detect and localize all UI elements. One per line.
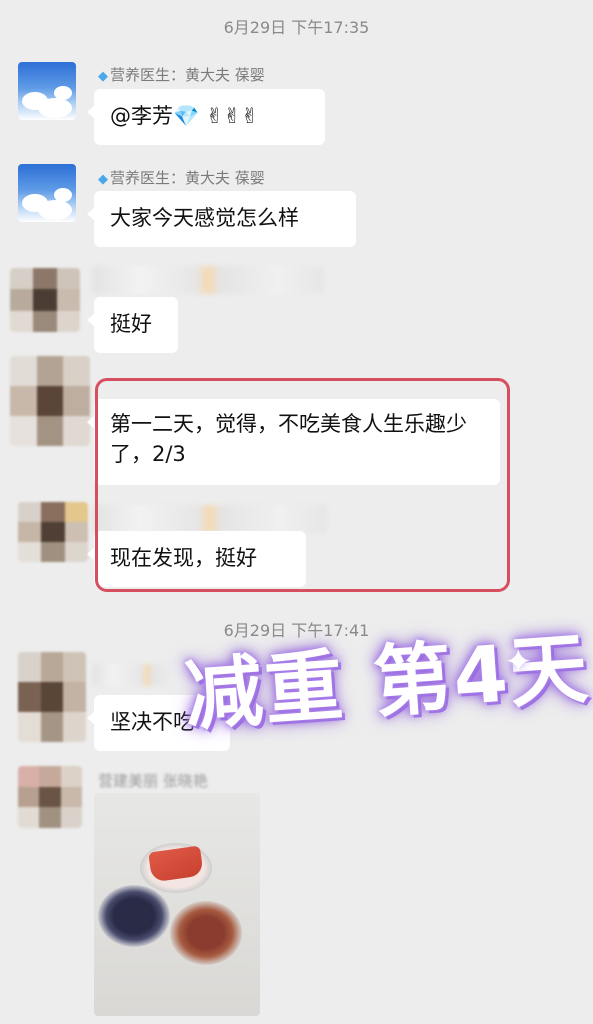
- message-text: 坚决不吃: [110, 710, 194, 734]
- user-avatar[interactable]: [18, 652, 86, 742]
- message-bubble[interactable]: 大家今天感觉怎么样: [87, 191, 356, 247]
- message-text: @李芳💎 ✌✌✌: [110, 104, 259, 128]
- sparkle-icon: ✦: [504, 642, 533, 682]
- lychee-bowl: [170, 901, 242, 965]
- message-bubble[interactable]: @李芳💎 ✌✌✌: [87, 89, 325, 145]
- sender-name: 营建美丽 张晓艳: [98, 772, 208, 790]
- sender-name: ◆ 营养医生：黄大夫 葆婴: [98, 66, 265, 84]
- timestamp: 6月29日 下午17:35: [223, 18, 370, 37]
- user-avatar[interactable]: [10, 356, 90, 446]
- highlight-frame: [95, 378, 510, 592]
- doctor-avatar[interactable]: [18, 62, 76, 120]
- message-bubble[interactable]: 挺好: [87, 297, 178, 353]
- message-text: 大家今天感觉怎么样: [110, 206, 299, 230]
- sender-name: ◆ 营养医生：黄大夫 葆婴: [98, 169, 265, 187]
- doctor-avatar[interactable]: [18, 164, 76, 222]
- diamond-icon: ◆: [98, 172, 108, 187]
- food-photo[interactable]: [94, 793, 260, 1016]
- user-avatar[interactable]: [18, 766, 82, 828]
- diamond-icon: ◆: [98, 69, 108, 84]
- blueberry-bowl: [98, 885, 170, 947]
- blurred-sender-name: [92, 266, 324, 294]
- user-avatar[interactable]: [18, 502, 88, 562]
- message-text: 挺好: [110, 312, 152, 336]
- user-avatar[interactable]: [10, 268, 80, 332]
